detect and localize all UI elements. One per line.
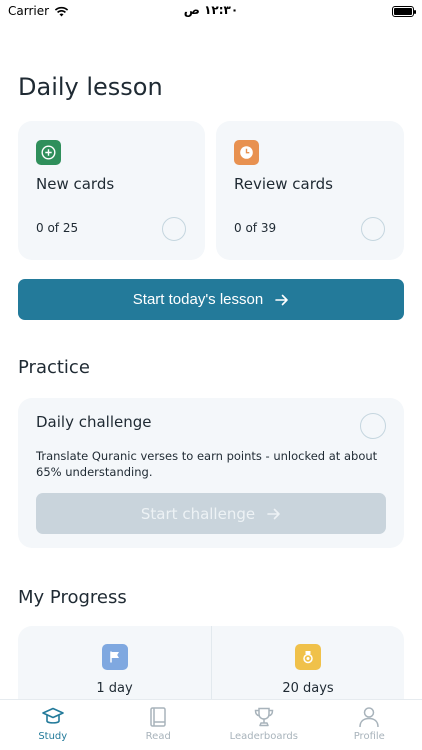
review-cards-title: Review cards: [234, 175, 333, 193]
best-streak-value: 20 days: [282, 681, 334, 696]
new-cards-card[interactable]: New cards 0 of 25: [18, 121, 205, 260]
review-cards-card[interactable]: Review cards 0 of 39: [216, 121, 404, 260]
review-cards-progress-ring: [361, 217, 385, 241]
battery-icon: [392, 5, 416, 17]
carrier-label: Carrier: [8, 4, 50, 18]
medal-icon: [295, 644, 321, 670]
flag-icon: [101, 644, 128, 670]
trophy-icon: [254, 707, 274, 727]
bottom-tab-bar: Study Read Leaderboards Profile: [0, 699, 422, 750]
new-cards-count: 0 of 25: [36, 221, 79, 235]
book-icon: [150, 707, 166, 727]
plus-icon: [36, 140, 61, 165]
clock-icon: [234, 140, 259, 165]
new-cards-progress-ring: [162, 217, 186, 241]
tab-study-label: Study: [38, 731, 68, 742]
study-cap-icon: [41, 707, 64, 724]
tab-profile-label: Profile: [353, 731, 385, 742]
daily-challenge-title: Daily challenge: [36, 413, 152, 431]
tab-leaderboards[interactable]: Leaderboards: [211, 700, 317, 750]
status-bar: Carrier ١٢:٣٠ ص: [0, 0, 422, 22]
my-progress-title: My Progress: [18, 587, 127, 608]
start-challenge-label: Start challenge: [140, 504, 256, 523]
tab-study[interactable]: Study: [0, 700, 106, 750]
current-streak-value: 1 day: [96, 681, 133, 696]
daily-challenge-progress-ring: [360, 413, 386, 439]
tab-read-label: Read: [145, 731, 171, 742]
tab-profile[interactable]: Profile: [317, 700, 422, 750]
tab-leaderboards-label: Leaderboards: [229, 731, 298, 742]
daily-challenge-card: Daily challenge Translate Quranic verses…: [18, 398, 404, 548]
daily-lesson-title: Daily lesson: [18, 73, 163, 101]
person-icon: [359, 707, 379, 728]
arrow-right-icon: [275, 294, 289, 305]
arrow-right-icon: [267, 508, 280, 519]
practice-title: Practice: [18, 357, 90, 378]
tab-read[interactable]: Read: [106, 700, 212, 750]
start-lesson-label: Start today's lesson: [132, 291, 264, 308]
wifi-icon: [54, 6, 69, 16]
start-challenge-button[interactable]: Start challenge: [36, 493, 386, 534]
review-cards-count: 0 of 39: [234, 221, 277, 235]
daily-challenge-description: Translate Quranic verses to earn points …: [36, 449, 378, 479]
new-cards-title: New cards: [36, 175, 115, 193]
start-lesson-button[interactable]: Start today's lesson: [18, 279, 404, 320]
